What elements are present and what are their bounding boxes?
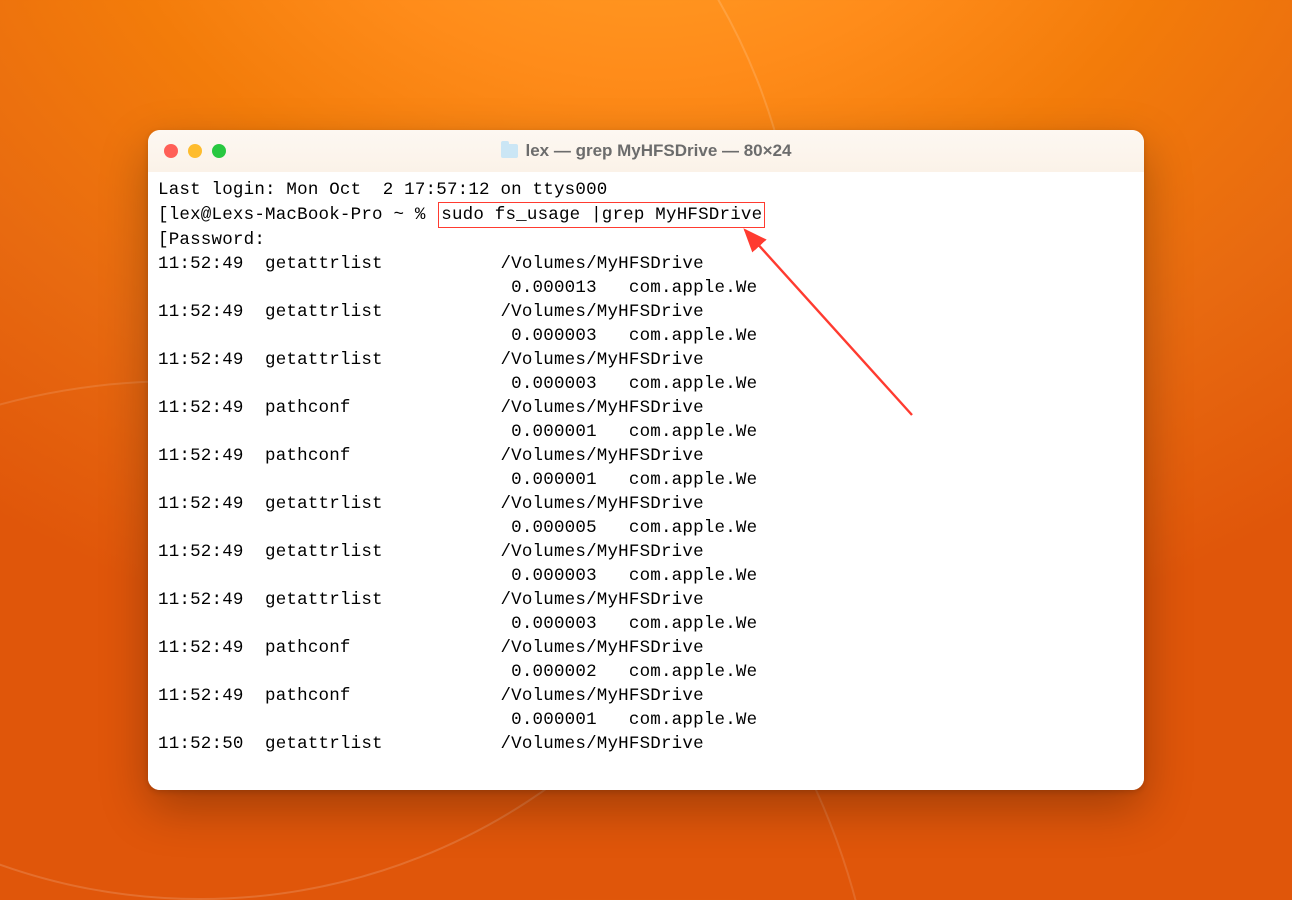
fs-usage-row-detail: 0.000003 com.apple.We: [158, 326, 757, 346]
window-titlebar[interactable]: lex — grep MyHFSDrive — 80×24: [148, 130, 1144, 172]
highlighted-command: sudo fs_usage |grep MyHFSDrive: [438, 202, 765, 228]
fs-usage-row: 11:52:49 getattrlist /Volumes/MyHFSDrive: [158, 494, 704, 514]
fs-usage-row: 11:52:50 getattrlist /Volumes/MyHFSDrive: [158, 734, 704, 754]
fs-usage-row-detail: 0.000003 com.apple.We: [158, 374, 757, 394]
fs-usage-row-detail: 0.000005 com.apple.We: [158, 518, 757, 538]
fs-usage-row: 11:52:49 pathconf /Volumes/MyHFSDrive: [158, 446, 704, 466]
fs-usage-row: 11:52:49 pathconf /Volumes/MyHFSDrive: [158, 638, 704, 658]
prompt-prefix: lex@Lexs-MacBook-Pro ~ %: [169, 205, 437, 225]
fs-usage-row-detail: 0.000001 com.apple.We: [158, 710, 757, 730]
fs-usage-row-detail: 0.000002 com.apple.We: [158, 662, 757, 682]
minimize-button[interactable]: [188, 144, 202, 158]
terminal-window: lex — grep MyHFSDrive — 80×24 Last login…: [148, 130, 1144, 790]
fs-usage-row-detail: 0.000003 com.apple.We: [158, 566, 757, 586]
fs-usage-row-detail: 0.000013 com.apple.We: [158, 278, 757, 298]
fs-usage-row-detail: 0.000001 com.apple.We: [158, 422, 757, 442]
fs-usage-row: 11:52:49 pathconf /Volumes/MyHFSDrive: [158, 398, 704, 418]
fs-usage-row: 11:52:49 pathconf /Volumes/MyHFSDrive: [158, 686, 704, 706]
last-login-line: Last login: Mon Oct 2 17:57:12 on ttys00…: [158, 180, 607, 200]
window-title-text: lex — grep MyHFSDrive — 80×24: [526, 141, 792, 161]
fs-usage-row-detail: 0.000001 com.apple.We: [158, 470, 757, 490]
terminal-output[interactable]: Last login: Mon Oct 2 17:57:12 on ttys00…: [148, 172, 1144, 790]
fs-usage-row: 11:52:49 getattrlist /Volumes/MyHFSDrive: [158, 254, 704, 274]
window-title: lex — grep MyHFSDrive — 80×24: [148, 141, 1144, 161]
folder-icon: [501, 144, 518, 158]
fs-usage-row: 11:52:49 getattrlist /Volumes/MyHFSDrive: [158, 302, 704, 322]
window-controls: [148, 144, 226, 158]
close-button[interactable]: [164, 144, 178, 158]
prompt-line: [lex@Lexs-MacBook-Pro ~ % sudo fs_usage …: [158, 205, 765, 225]
fs-usage-row: 11:52:49 getattrlist /Volumes/MyHFSDrive: [158, 350, 704, 370]
fs-usage-row: 11:52:49 getattrlist /Volumes/MyHFSDrive: [158, 590, 704, 610]
fs-usage-row-detail: 0.000003 com.apple.We: [158, 614, 757, 634]
maximize-button[interactable]: [212, 144, 226, 158]
password-line: [Password:: [158, 230, 265, 250]
fs-usage-row: 11:52:49 getattrlist /Volumes/MyHFSDrive: [158, 542, 704, 562]
